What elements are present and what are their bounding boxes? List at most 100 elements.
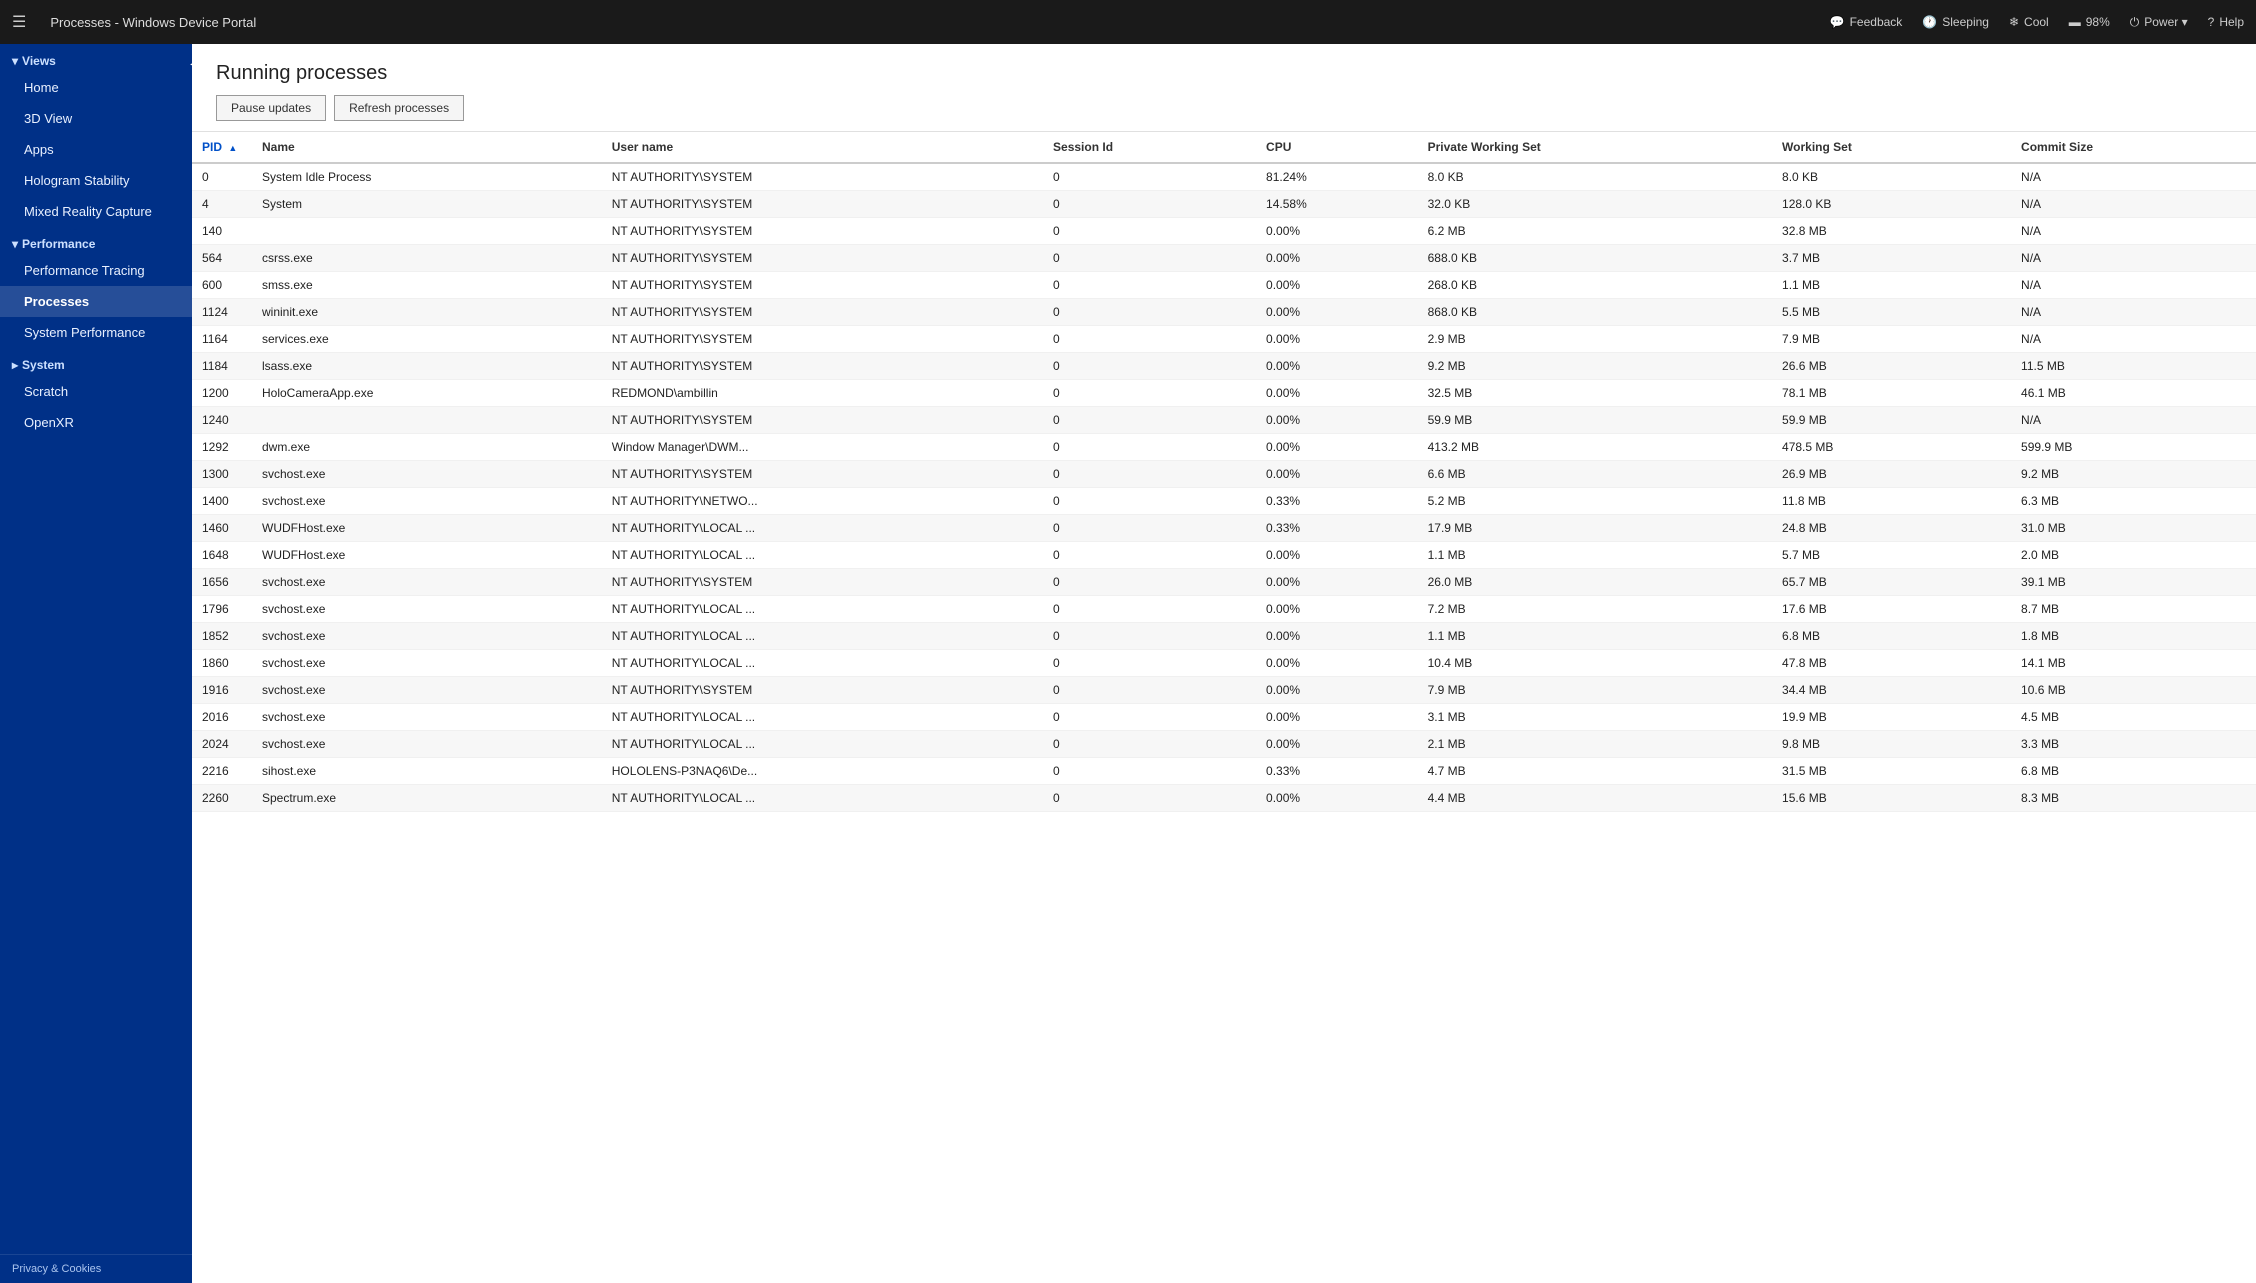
battery-icon: ▬ [2069, 15, 2081, 29]
col-name[interactable]: Name [252, 132, 602, 163]
cell-cpu: 0.00% [1256, 326, 1418, 353]
cell-name: services.exe [252, 326, 602, 353]
cell-private-ws: 8.0 KB [1418, 163, 1772, 191]
cell-session: 0 [1043, 434, 1256, 461]
table-row: 1200HoloCameraApp.exeREDMOND\ambillin00.… [192, 380, 2256, 407]
cell-pid: 1200 [192, 380, 252, 407]
cell-name: svchost.exe [252, 677, 602, 704]
cell-private-ws: 7.2 MB [1418, 596, 1772, 623]
help-button[interactable]: ? Help [2208, 15, 2244, 29]
cell-name: svchost.exe [252, 596, 602, 623]
cell-name: Spectrum.exe [252, 785, 602, 812]
refresh-processes-button[interactable]: Refresh processes [334, 95, 464, 121]
sleeping-button[interactable]: 🕐 Sleeping [1922, 15, 1989, 29]
cell-username: NT AUTHORITY\LOCAL ... [602, 731, 1043, 758]
cell-working-set: 5.7 MB [1772, 542, 2011, 569]
cell-session: 0 [1043, 218, 1256, 245]
cell-cpu: 0.00% [1256, 542, 1418, 569]
sidebar-section-system[interactable]: ▸ System [0, 348, 192, 376]
system-arrow: ▸ [12, 358, 18, 372]
cell-cpu: 0.33% [1256, 758, 1418, 785]
cell-pid: 1796 [192, 596, 252, 623]
col-commit[interactable]: Commit Size [2011, 132, 2256, 163]
table-scroll-container[interactable]: PID ▲ Name User name Session Id CPU Priv… [192, 132, 2256, 1283]
cell-private-ws: 4.4 MB [1418, 785, 1772, 812]
sidebar-item-system-performance[interactable]: System Performance [0, 317, 192, 348]
cell-working-set: 15.6 MB [1772, 785, 2011, 812]
cell-commit: N/A [2011, 218, 2256, 245]
sidebar-item-scratch[interactable]: Scratch [0, 376, 192, 407]
col-working-set[interactable]: Working Set [1772, 132, 2011, 163]
cell-username: NT AUTHORITY\SYSTEM [602, 163, 1043, 191]
cell-private-ws: 7.9 MB [1418, 677, 1772, 704]
cell-private-ws: 2.1 MB [1418, 731, 1772, 758]
cell-username: NT AUTHORITY\SYSTEM [602, 245, 1043, 272]
performance-arrow: ▾ [12, 237, 18, 251]
cell-username: NT AUTHORITY\SYSTEM [602, 353, 1043, 380]
sidebar-item-mixed-reality-capture[interactable]: Mixed Reality Capture [0, 196, 192, 227]
cell-cpu: 0.00% [1256, 650, 1418, 677]
privacy-cookies-link[interactable]: Privacy & Cookies [0, 1254, 192, 1283]
cell-cpu: 0.00% [1256, 407, 1418, 434]
cell-commit: 39.1 MB [2011, 569, 2256, 596]
help-icon: ? [2208, 15, 2215, 29]
cell-commit: 8.7 MB [2011, 596, 2256, 623]
cell-commit: N/A [2011, 163, 2256, 191]
cell-pid: 4 [192, 191, 252, 218]
sidebar-item-3d-view[interactable]: 3D View [0, 103, 192, 134]
cell-working-set: 26.6 MB [1772, 353, 2011, 380]
cell-commit: 6.3 MB [2011, 488, 2256, 515]
cell-session: 0 [1043, 758, 1256, 785]
cell-working-set: 19.9 MB [1772, 704, 2011, 731]
cell-working-set: 31.5 MB [1772, 758, 2011, 785]
cell-cpu: 0.00% [1256, 569, 1418, 596]
cell-commit: 31.0 MB [2011, 515, 2256, 542]
sidebar-item-performance-tracing[interactable]: Performance Tracing [0, 255, 192, 286]
cell-pid: 1460 [192, 515, 252, 542]
cell-pid: 1852 [192, 623, 252, 650]
col-cpu[interactable]: CPU [1256, 132, 1418, 163]
sidebar-section-performance[interactable]: ▾ Performance [0, 227, 192, 255]
cell-commit: N/A [2011, 272, 2256, 299]
main-content: Running processes Pause updates Refresh … [192, 44, 2256, 1283]
cell-username: NT AUTHORITY\SYSTEM [602, 677, 1043, 704]
table-row: 1184lsass.exeNT AUTHORITY\SYSTEM00.00%9.… [192, 353, 2256, 380]
cell-private-ws: 5.2 MB [1418, 488, 1772, 515]
col-private-ws[interactable]: Private Working Set [1418, 132, 1772, 163]
sidebar-item-openxr[interactable]: OpenXR [0, 407, 192, 438]
feedback-button[interactable]: 💬 Feedback [1830, 15, 1903, 29]
sidebar-section-views[interactable]: ▾ Views [0, 44, 192, 72]
cell-username: NT AUTHORITY\LOCAL ... [602, 596, 1043, 623]
cool-button[interactable]: ❄ Cool [2009, 15, 2049, 29]
cell-name: WUDFHost.exe [252, 542, 602, 569]
sidebar-item-hologram-stability[interactable]: Hologram Stability [0, 165, 192, 196]
col-username[interactable]: User name [602, 132, 1043, 163]
cell-name: System Idle Process [252, 163, 602, 191]
pause-updates-button[interactable]: Pause updates [216, 95, 326, 121]
cell-username: NT AUTHORITY\LOCAL ... [602, 650, 1043, 677]
sidebar-item-apps[interactable]: Apps [0, 134, 192, 165]
battery-indicator[interactable]: ▬ 98% [2069, 15, 2110, 29]
cool-icon: ❄ [2009, 15, 2019, 29]
table-row: 4SystemNT AUTHORITY\SYSTEM014.58%32.0 KB… [192, 191, 2256, 218]
cell-cpu: 0.00% [1256, 245, 1418, 272]
power-button[interactable]: ⏻ Power ▾ [2130, 15, 2188, 30]
cell-session: 0 [1043, 596, 1256, 623]
hamburger-icon[interactable]: ☰ [12, 12, 26, 32]
cell-working-set: 11.8 MB [1772, 488, 2011, 515]
cell-working-set: 26.9 MB [1772, 461, 2011, 488]
sidebar-item-home[interactable]: Home [0, 72, 192, 103]
cell-username: NT AUTHORITY\SYSTEM [602, 326, 1043, 353]
cell-name: WUDFHost.exe [252, 515, 602, 542]
cell-name: wininit.exe [252, 299, 602, 326]
cell-pid: 1292 [192, 434, 252, 461]
cell-working-set: 7.9 MB [1772, 326, 2011, 353]
col-pid[interactable]: PID ▲ [192, 132, 252, 163]
col-session[interactable]: Session Id [1043, 132, 1256, 163]
sidebar-item-processes[interactable]: Processes [0, 286, 192, 317]
cell-session: 0 [1043, 515, 1256, 542]
cell-cpu: 0.00% [1256, 461, 1418, 488]
cell-private-ws: 9.2 MB [1418, 353, 1772, 380]
cell-session: 0 [1043, 191, 1256, 218]
cell-name: svchost.exe [252, 569, 602, 596]
